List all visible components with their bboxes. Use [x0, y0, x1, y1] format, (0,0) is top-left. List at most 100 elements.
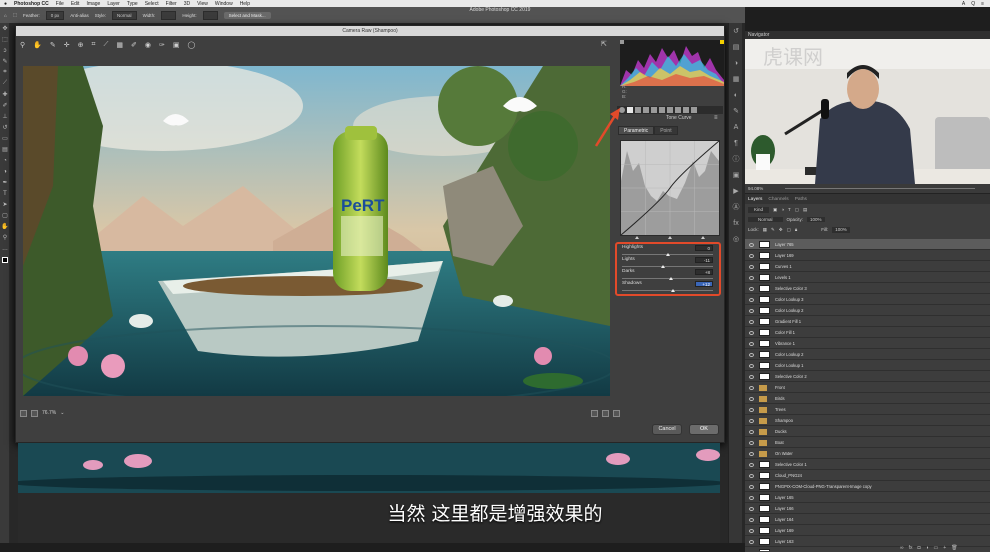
visibility-toggle[interactable]: [746, 394, 755, 403]
layer-group-row[interactable]: Shampoo: [745, 415, 990, 426]
split-handle-1[interactable]: [634, 236, 639, 239]
menu-type[interactable]: Type: [127, 1, 138, 7]
crop-tool-icon[interactable]: ⌗: [0, 67, 10, 78]
layer-name[interactable]: On Water: [775, 448, 793, 459]
new-group-icon[interactable]: ▭: [934, 545, 939, 552]
layer-name[interactable]: Color Lookup 2: [775, 349, 803, 360]
visibility-toggle[interactable]: [746, 350, 755, 359]
layer-row[interactable]: Selective Color 3: [745, 283, 990, 294]
layer-row[interactable]: Curves 1: [745, 261, 990, 272]
slider-value[interactable]: -11: [695, 257, 713, 263]
fill-input[interactable]: 100%: [832, 227, 850, 233]
layer-row[interactable]: Layer 166: [745, 503, 990, 514]
slider-highlights[interactable]: Highlights 0: [617, 244, 719, 256]
menu-file[interactable]: File: [56, 1, 64, 7]
style-select[interactable]: Normal: [112, 10, 137, 20]
layer-group-row[interactable]: Trees: [745, 404, 990, 415]
visibility-toggle[interactable]: [746, 328, 755, 337]
slider-thumb[interactable]: [670, 289, 675, 292]
apple-icon[interactable]: ●: [4, 1, 7, 7]
visibility-toggle[interactable]: [746, 449, 755, 458]
channels-panel-icon[interactable]: ◎: [729, 231, 743, 247]
styles-panel-icon[interactable]: fx: [729, 215, 743, 231]
layer-row[interactable]: Color Lookup 2: [745, 305, 990, 316]
slider-track[interactable]: [622, 289, 713, 292]
visibility-toggle[interactable]: [746, 471, 755, 480]
graduated-filter-icon[interactable]: ▣: [173, 41, 180, 49]
zoom-dropdown-icon[interactable]: ⌄: [60, 410, 64, 416]
menu-edit[interactable]: Edit: [71, 1, 80, 7]
lock-all-icon[interactable]: 🔒︎: [795, 227, 797, 233]
layer-row[interactable]: Color Lookup 1: [745, 360, 990, 371]
visibility-toggle[interactable]: [746, 405, 755, 414]
layer-name[interactable]: Ducks: [775, 426, 787, 437]
adjustments-panel-icon[interactable]: ◑: [729, 55, 743, 71]
toggle-settings-icon[interactable]: [602, 409, 609, 417]
layer-row[interactable]: Color Fill 1: [745, 327, 990, 338]
gradient-tool-icon[interactable]: ▤: [0, 144, 10, 155]
character-panel-icon[interactable]: A: [729, 119, 743, 135]
glyphs-panel-icon[interactable]: Ⓐ: [729, 199, 743, 215]
antialias-checkbox[interactable]: Anti-alias: [70, 13, 89, 18]
visibility-toggle[interactable]: [746, 262, 755, 271]
layer-name[interactable]: Birds: [775, 393, 785, 404]
visibility-toggle[interactable]: [746, 240, 755, 249]
blend-mode-select[interactable]: Normal: [748, 217, 783, 222]
layer-row[interactable]: Layer 164: [745, 514, 990, 525]
visibility-toggle[interactable]: [746, 493, 755, 502]
type-tool-icon[interactable]: T: [0, 188, 10, 199]
presets-tab-icon[interactable]: [683, 107, 689, 113]
brushes-panel-icon[interactable]: ✎: [729, 103, 743, 119]
navigator-zoom-value[interactable]: 94.08%: [748, 186, 763, 191]
highlight-clipping-icon[interactable]: [720, 40, 724, 44]
visibility-toggle[interactable]: [746, 438, 755, 447]
slider-value[interactable]: 0: [695, 245, 713, 251]
paragraph-panel-icon[interactable]: ¶: [729, 135, 743, 151]
slider-shadows[interactable]: Shadows +12: [617, 280, 719, 292]
visibility-toggle[interactable]: [746, 251, 755, 260]
menu-3d[interactable]: 3D: [184, 1, 190, 7]
radial-filter-icon[interactable]: ◯: [187, 41, 195, 49]
menu-layer[interactable]: Layer: [107, 1, 120, 7]
split-handle-2[interactable]: [667, 236, 672, 239]
healing-tool-icon[interactable]: ✚: [0, 89, 10, 100]
path-select-icon[interactable]: ➤: [0, 199, 10, 210]
visibility-toggle[interactable]: [746, 284, 755, 293]
layer-name[interactable]: Layer 169: [775, 525, 794, 536]
split-toning-tab-icon[interactable]: [651, 107, 657, 113]
history-brush-icon[interactable]: ↺: [0, 122, 10, 133]
layer-name[interactable]: Trees: [775, 404, 786, 415]
preview-prefs-icon[interactable]: [613, 409, 620, 417]
layer-name[interactable]: Levels 1: [775, 272, 791, 283]
home-icon[interactable]: ⌂: [4, 13, 7, 18]
straighten-icon[interactable]: ⟋: [103, 41, 108, 49]
layer-group-row[interactable]: Boat: [745, 437, 990, 448]
layer-name[interactable]: Curves 1: [775, 261, 792, 272]
layer-name[interactable]: Layer 765: [775, 239, 794, 250]
lens-tab-icon[interactable]: [659, 107, 665, 113]
visibility-toggle[interactable]: [746, 537, 755, 546]
layer-row[interactable]: Cloud_PNG24: [745, 470, 990, 481]
layer-name[interactable]: Layer 168: [775, 547, 794, 551]
libraries-panel-icon[interactable]: ▣: [729, 167, 743, 183]
layer-name[interactable]: Selective Color 1: [775, 459, 807, 470]
visibility-toggle[interactable]: [746, 317, 755, 326]
tone-curve-graph[interactable]: [620, 140, 720, 236]
layer-row[interactable]: PNGPIX-COM-Cloud-PNG-Transparent-Image c…: [745, 481, 990, 492]
layer-row[interactable]: Layer 169: [745, 525, 990, 536]
visibility-toggle[interactable]: [746, 548, 755, 551]
zoom-level[interactable]: 76.7%: [42, 410, 56, 416]
before-after-icon[interactable]: [591, 409, 598, 417]
menu-select[interactable]: Select: [145, 1, 159, 7]
navigator-zoom-slider[interactable]: [785, 188, 975, 189]
history-panel-icon[interactable]: ↺: [729, 23, 743, 39]
dodge-tool-icon[interactable]: ◑: [0, 166, 10, 177]
stamp-tool-icon[interactable]: ⊥: [0, 111, 10, 122]
delete-layer-icon[interactable]: 🗑︎: [951, 545, 957, 552]
zoom-icon[interactable]: ⚲: [20, 41, 25, 49]
layer-name[interactable]: Layer 163: [775, 536, 794, 547]
lock-paint-icon[interactable]: ✎: [771, 227, 775, 233]
layer-row[interactable]: Layer 765: [745, 239, 990, 250]
layer-name[interactable]: Vibrance 1: [775, 338, 795, 349]
layer-row[interactable]: Selective Color 1: [745, 459, 990, 470]
